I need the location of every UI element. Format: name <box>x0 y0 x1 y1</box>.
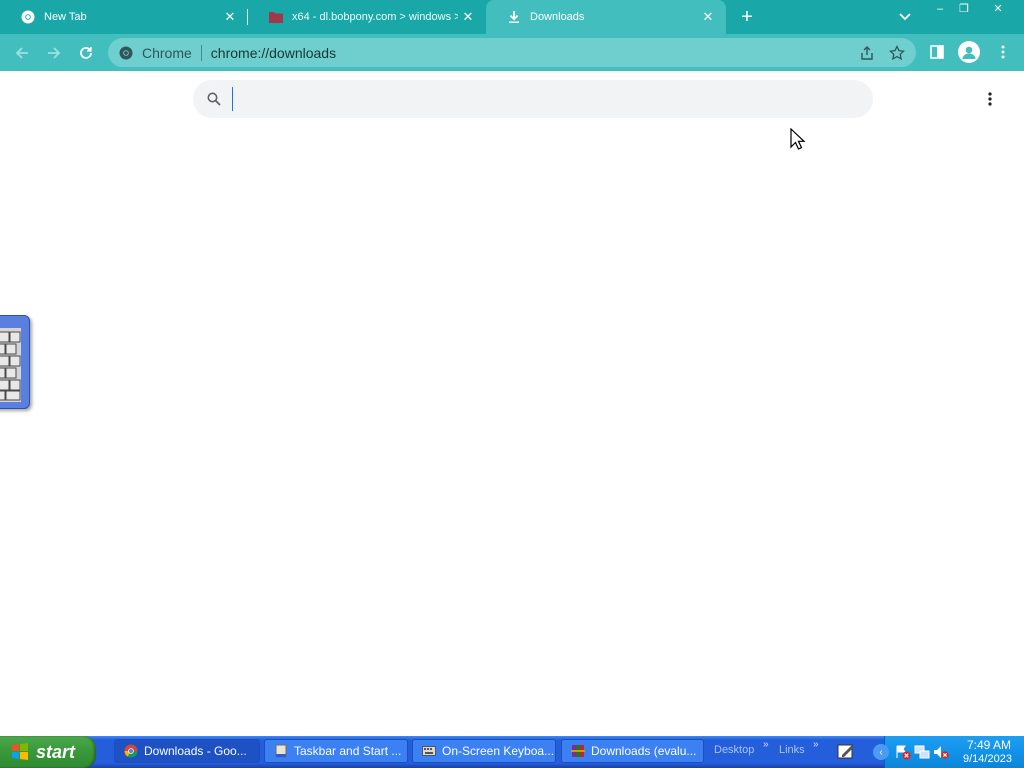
taskbar-properties-icon <box>273 743 289 759</box>
omnibox-divider <box>200 44 202 61</box>
taskbar-button-taskbar-properties[interactable]: Taskbar and Start ... <box>264 739 408 763</box>
chevron-down-icon[interactable] <box>896 8 914 26</box>
profile-avatar-icon[interactable] <box>958 41 980 63</box>
omnibox-url[interactable]: chrome://downloads <box>211 45 336 61</box>
download-icon <box>506 9 522 25</box>
chrome-icon <box>123 743 139 759</box>
taskbar-button-winrar[interactable]: Downloads (evalu... <box>561 739 704 763</box>
keyboard-icon <box>421 743 437 759</box>
desktop-toolbar-label[interactable]: Desktop <box>714 744 754 756</box>
tab-bobpony[interactable]: x64 - dl.bobpony.com > windows > ✕ <box>248 0 486 34</box>
start-label: start <box>36 741 76 762</box>
taskbar: start Downloads - Goo... Taskbar and Sta… <box>0 736 1024 768</box>
clock-date[interactable]: 9/14/2023 <box>963 753 1012 765</box>
search-input[interactable] <box>232 87 837 111</box>
links-toolbar-label[interactable]: Links <box>779 744 805 756</box>
share-icon[interactable] <box>858 44 876 62</box>
quick-launch-pen-icon[interactable] <box>837 742 855 760</box>
winrar-icon <box>570 743 586 759</box>
chrome-icon <box>20 9 36 25</box>
close-icon[interactable]: ✕ <box>698 7 718 27</box>
address-bar[interactable]: Chrome chrome://downloads <box>108 38 916 67</box>
chrome-icon <box>118 45 134 61</box>
task-label: On-Screen Keyboa... <box>442 744 555 758</box>
start-button[interactable]: start <box>0 736 96 768</box>
back-arrow-icon <box>15 47 28 59</box>
task-label: Downloads - Goo... <box>144 744 247 758</box>
network-error-icon[interactable] <box>895 744 911 760</box>
desktop-toolbar-chevron[interactable]: » <box>763 739 769 750</box>
tab-title: Downloads <box>530 11 585 23</box>
clock-time[interactable]: 7:49 AM <box>967 738 1011 752</box>
search-icon <box>206 91 222 107</box>
forward-arrow-icon <box>48 47 61 59</box>
task-label: Downloads (evalu... <box>591 744 697 758</box>
tab-new-tab[interactable]: New Tab ✕ <box>0 0 248 34</box>
reload-icon <box>80 47 92 59</box>
tab-title: x64 - dl.bobpony.com > windows > <box>292 11 458 23</box>
close-window-button[interactable]: ✕ <box>986 0 1010 17</box>
keyboard-keys-icon[interactable] <box>0 328 21 402</box>
maximize-button[interactable]: ❐ <box>953 0 975 17</box>
chrome-menu-icon[interactable] <box>994 43 1012 61</box>
mouse-cursor-icon <box>790 128 806 150</box>
windows-flag-icon <box>12 743 28 760</box>
taskbar-button-osk[interactable]: On-Screen Keyboa... <box>412 739 556 763</box>
close-icon[interactable]: ✕ <box>458 7 478 27</box>
bookmark-star-icon[interactable] <box>888 44 906 62</box>
more-actions-icon[interactable] <box>981 89 999 109</box>
links-toolbar-chevron[interactable]: » <box>813 739 819 750</box>
volume-muted-icon[interactable] <box>933 744 949 760</box>
omnibox-chip: Chrome <box>142 44 192 61</box>
close-icon[interactable]: ✕ <box>220 7 240 27</box>
new-tab-button[interactable]: + <box>736 6 758 28</box>
downloads-search-box[interactable] <box>193 80 873 118</box>
tray-expand-icon[interactable]: ‹ <box>873 744 889 760</box>
side-panel-icon[interactable] <box>928 43 946 61</box>
tab-strip: New Tab ✕ x64 - dl.bobpony.com > windows… <box>0 0 1024 34</box>
task-label: Taskbar and Start ... <box>294 744 402 758</box>
on-screen-keyboard-window[interactable] <box>0 315 30 409</box>
reload-button[interactable] <box>74 41 98 65</box>
taskbar-button-chrome[interactable]: Downloads - Goo... <box>114 739 260 763</box>
back-button[interactable] <box>10 41 34 65</box>
tab-title: New Tab <box>44 11 87 23</box>
forward-button[interactable] <box>42 41 66 65</box>
minimize-button[interactable]: – <box>929 0 951 17</box>
system-tray: ‹ 7:49 AM 9/14/2023 <box>873 736 1024 768</box>
folder-icon <box>268 9 284 25</box>
network-computer-icon[interactable] <box>914 744 930 760</box>
downloads-page <box>0 71 1024 736</box>
tab-downloads[interactable]: Downloads ✕ <box>486 0 726 34</box>
browser-toolbar: Chrome chrome://downloads <box>0 34 1024 71</box>
